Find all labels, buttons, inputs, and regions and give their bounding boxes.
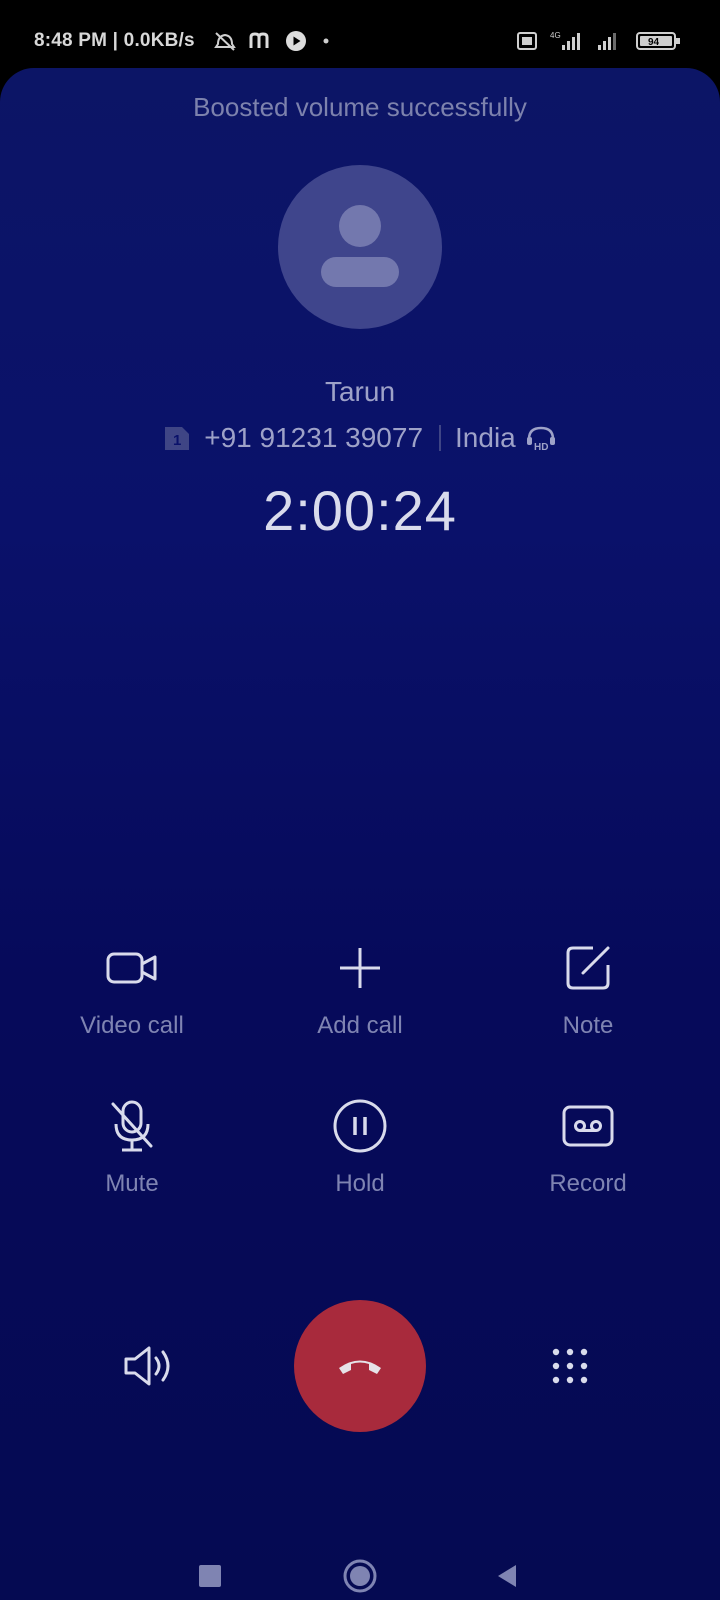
m-app-icon: [249, 32, 269, 48]
contact-avatar: [278, 165, 442, 329]
alarm-off-icon: [214, 32, 236, 51]
svg-text:4G: 4G: [550, 31, 561, 40]
call-duration: 2:00:24: [263, 479, 457, 542]
note-button[interactable]: Note: [488, 940, 688, 1040]
record-label: Record: [549, 1170, 627, 1197]
add-call-button[interactable]: Add call: [260, 940, 460, 1040]
status-bar: 8:48 PM | 0.0KB/s 4G 94: [0, 0, 720, 68]
person-icon: [321, 205, 399, 287]
status-time: 8:48 PM | 0.0KB/s: [34, 30, 195, 51]
call-location: India: [455, 422, 516, 453]
status-notification-icons: [212, 28, 334, 54]
edit-note-icon: [566, 946, 610, 990]
back-icon[interactable]: [494, 1563, 520, 1589]
mute-button[interactable]: Mute: [32, 1098, 232, 1198]
note-label: Note: [562, 1012, 614, 1039]
cassette-icon: [562, 1105, 614, 1147]
dialpad-button[interactable]: [530, 1336, 610, 1396]
mute-label: Mute: [105, 1170, 159, 1197]
contact-name: Tarun: [324, 376, 396, 407]
plus-icon: [340, 948, 380, 988]
record-button[interactable]: Record: [488, 1098, 688, 1198]
sim-slot-icon: 1: [162, 423, 192, 453]
speaker-icon: [124, 1346, 170, 1386]
hd-call-icon: HD: [526, 426, 555, 453]
speaker-button[interactable]: [110, 1336, 190, 1396]
hold-button[interactable]: Hold: [260, 1098, 460, 1198]
in-call-screen: Boosted volume successfully Tarun 1 +91 …: [0, 68, 720, 1600]
end-call-button[interactable]: [294, 1300, 426, 1432]
navigation-bar: [0, 1556, 720, 1596]
phone-number: +91 91231 39077: [204, 422, 424, 453]
add-call-label: Add call: [317, 1012, 403, 1039]
contact-number-row: 1 +91 91231 39077 India HD: [0, 422, 720, 454]
volume-boost-toast: Boosted volume successfully: [193, 92, 527, 122]
svg-text:1: 1: [173, 432, 181, 449]
svg-text:94: 94: [648, 37, 660, 48]
recents-icon[interactable]: [198, 1564, 222, 1588]
signal-4g-icon: 4G: [550, 31, 580, 50]
video-call-button[interactable]: Video call: [32, 940, 232, 1040]
play-circle-icon: [286, 31, 306, 51]
status-system-icons: 4G 94: [516, 30, 682, 52]
mic-off-icon: [111, 1100, 153, 1152]
end-call-icon: [339, 1360, 381, 1374]
home-icon[interactable]: [342, 1558, 378, 1594]
video-call-label: Video call: [80, 1012, 184, 1039]
hd-voice-icon: [517, 32, 537, 50]
signal-icon: [598, 33, 616, 50]
video-camera-icon: [106, 952, 157, 984]
hold-label: Hold: [335, 1170, 385, 1197]
divider: [439, 425, 442, 451]
dialpad-icon: [552, 1348, 588, 1384]
battery-icon: 94: [636, 32, 680, 50]
svg-text:HD: HD: [534, 442, 548, 453]
pause-circle-icon: [333, 1099, 387, 1153]
dot-icon: [323, 38, 329, 44]
